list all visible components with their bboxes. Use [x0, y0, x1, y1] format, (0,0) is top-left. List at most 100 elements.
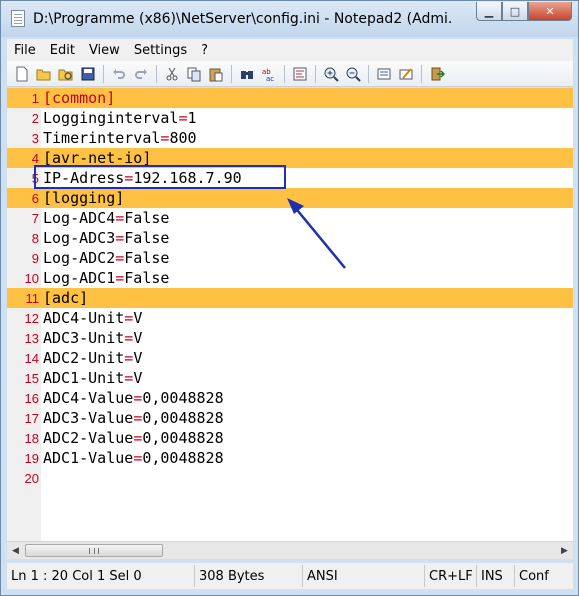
line-number: 6 [31, 190, 39, 206]
menu-help[interactable]: ? [194, 43, 215, 58]
new-file-icon[interactable] [11, 63, 33, 85]
word-wrap-icon[interactable] [289, 63, 311, 85]
equals-sign: = [133, 429, 143, 447]
code-line: 18 ADC2-Value=0,0048828 [7, 428, 573, 448]
config-value: 192.168.7.90 [133, 169, 242, 187]
config-value: V [133, 369, 143, 387]
open-icon[interactable] [33, 63, 55, 85]
line-number: 17 [24, 410, 39, 426]
equals-sign: = [124, 369, 134, 387]
section-text: [common] [43, 89, 116, 107]
config-value: False [124, 229, 170, 247]
config-key: Log-ADC2 [43, 249, 116, 267]
menu-file[interactable]: File [7, 43, 43, 58]
section-header: [avr-net-io] [41, 149, 151, 167]
paste-icon[interactable] [205, 63, 227, 85]
config-key: ADC3-Value [43, 409, 134, 427]
equals-sign: = [115, 249, 125, 267]
config-value: 800 [169, 129, 197, 147]
config-value: 1 [187, 109, 197, 127]
equals-sign: = [133, 409, 143, 427]
line-number: 9 [31, 250, 39, 266]
status-encoding[interactable]: ANSI [303, 565, 425, 587]
config-key: ADC2-Value [43, 429, 134, 447]
menu-settings[interactable]: Settings [127, 43, 194, 58]
toolbar-separator [231, 64, 232, 83]
redo-icon[interactable] [130, 63, 152, 85]
zoom-in-icon[interactable] [320, 63, 342, 85]
equals-sign: = [115, 269, 125, 287]
minimize-button[interactable]: ▁ [476, 2, 502, 21]
status-insert-mode[interactable]: INS [477, 565, 515, 587]
title-bar[interactable]: D:\Programme (x86)\NetServer\config.ini … [1, 1, 578, 37]
equals-sign: = [115, 209, 125, 227]
line-number: 8 [31, 230, 39, 246]
equals-sign: = [115, 229, 125, 247]
text-editor[interactable]: 1 [common] 2 Logginginterval=1 3 Timerinter… [7, 88, 573, 541]
key-value: ADC3-Value=0,0048828 [41, 409, 224, 427]
config-value: 0,0048828 [142, 389, 224, 407]
menu-edit[interactable]: Edit [43, 43, 82, 58]
config-value: 0,0048828 [142, 429, 224, 447]
config-value: V [133, 329, 143, 347]
equals-sign: = [124, 329, 134, 347]
config-key: ADC4-Unit [43, 309, 125, 327]
config-key: Timerinterval [43, 129, 161, 147]
scroll-right-icon[interactable]: ▶ [556, 542, 573, 559]
status-scheme[interactable]: Conf [515, 565, 573, 587]
toolbar-separator [421, 64, 422, 83]
config-key: IP-Adress [43, 169, 125, 187]
key-value: ADC3-Unit=V [41, 329, 142, 347]
replace-icon[interactable]: ab ac [258, 63, 280, 85]
line-number: 5 [31, 170, 39, 186]
line-number: 14 [24, 350, 39, 366]
status-position: Ln 1 : 20 Col 1 Sel 0 [7, 565, 195, 587]
config-value: V [133, 349, 143, 367]
toolbar-separator [156, 64, 157, 83]
horizontal-scrollbar[interactable]: ◀ ▶ [7, 541, 573, 559]
code-line: 20 [7, 468, 573, 488]
undo-icon[interactable] [108, 63, 130, 85]
copy-icon[interactable] [183, 63, 205, 85]
line-number: 15 [24, 370, 39, 386]
maximize-button[interactable]: □ [502, 2, 528, 21]
section-text: [avr-net-io] [43, 149, 152, 167]
scheme-icon[interactable] [373, 63, 395, 85]
code-line: 19 ADC1-Value=0,0048828 [7, 448, 573, 468]
config-value: False [124, 269, 170, 287]
scrollbar-thumb[interactable] [25, 544, 163, 557]
editor-lines: 1 [common] 2 Logginginterval=1 3 Timerinter… [7, 88, 573, 488]
config-key: ADC1-Unit [43, 369, 125, 387]
key-value: Timerinterval=800 [41, 129, 197, 147]
svg-text:ac: ac [266, 75, 274, 82]
config-value: 0,0048828 [142, 449, 224, 467]
customize-icon[interactable] [395, 63, 417, 85]
scroll-left-icon[interactable]: ◀ [7, 542, 24, 559]
line-number: 20 [24, 470, 39, 486]
close-button[interactable]: ✕ [528, 2, 572, 21]
line-number: 12 [24, 310, 39, 326]
cut-icon[interactable] [161, 63, 183, 85]
section-header: [adc] [41, 289, 88, 307]
key-value: ADC4-Value=0,0048828 [41, 389, 224, 407]
code-line: 8 Log-ADC3=False [7, 228, 573, 248]
browse-icon[interactable] [55, 63, 77, 85]
line-number: 7 [31, 210, 39, 226]
menu-view[interactable]: View [82, 43, 127, 58]
find-icon[interactable] [236, 63, 258, 85]
code-line: 13 ADC3-Unit=V [7, 328, 573, 348]
equals-sign: = [133, 389, 143, 407]
line-number: 19 [24, 450, 39, 466]
key-value: ADC2-Value=0,0048828 [41, 429, 224, 447]
save-icon[interactable] [77, 63, 99, 85]
equals-sign: = [178, 109, 188, 127]
key-value: ADC1-Value=0,0048828 [41, 449, 224, 467]
window-title: D:\Programme (x86)\NetServer\config.ini … [33, 11, 453, 27]
config-key: ADC4-Value [43, 389, 134, 407]
notepad-app-icon [11, 10, 25, 27]
section-text: [logging] [43, 189, 125, 207]
status-line-ending[interactable]: CR+LF [425, 565, 477, 587]
config-key: ADC1-Value [43, 449, 134, 467]
exit-icon[interactable] [426, 63, 448, 85]
zoom-out-icon[interactable] [342, 63, 364, 85]
